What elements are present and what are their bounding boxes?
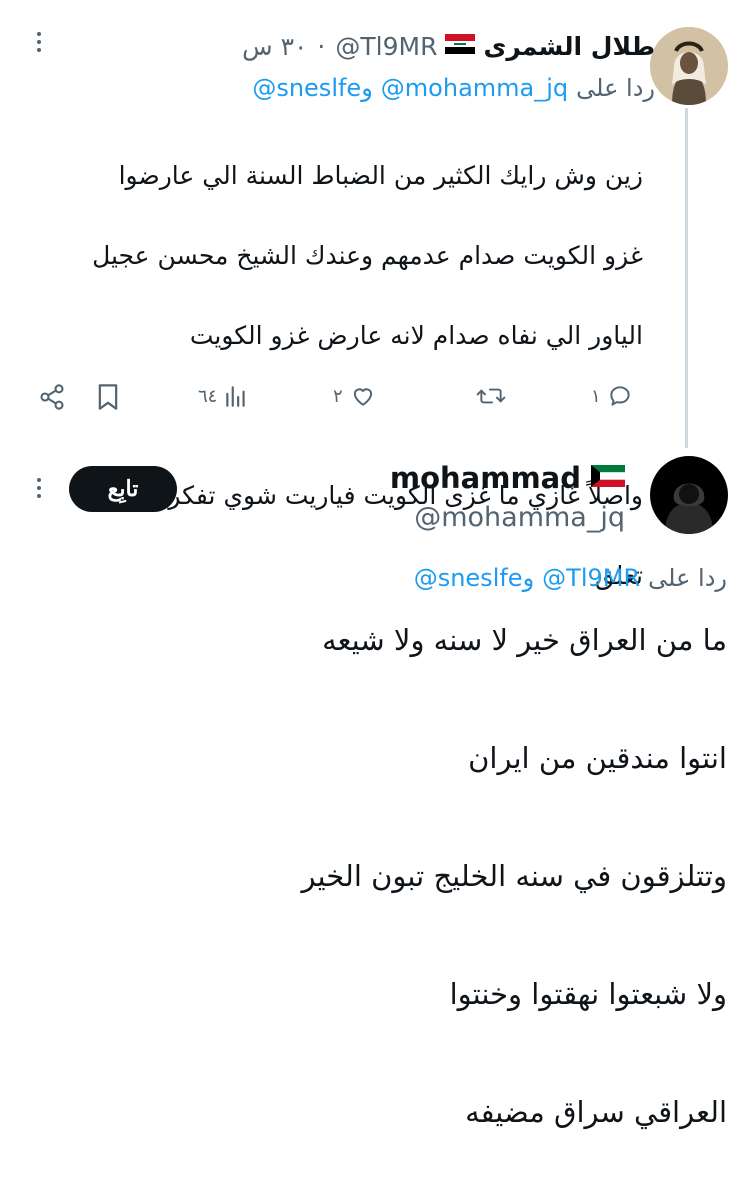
like-button[interactable]: ٢ — [333, 383, 377, 409]
replying-to: ردا على @mohamma_jq و @sneslfe — [252, 70, 655, 106]
display-name[interactable]: mohammad — [390, 461, 581, 495]
share-button[interactable] — [38, 383, 66, 411]
tweet-paragraph: ما من العراق خير لا سنه ولا شيعه — [322, 623, 727, 657]
mention-conjunction: و — [522, 564, 535, 592]
tweet-text-line: غزو الكويت صدام عدمهم وعندك الشيخ محسن ع… — [92, 241, 643, 270]
tweet-text: ما من العراق خير لا سنه ولا شيعه انتوا م… — [27, 620, 727, 1132]
tweet-paragraph: العراقي سراق مضيفه — [465, 1095, 727, 1129]
bookmark-icon — [98, 384, 118, 410]
follow-button[interactable]: تابِع — [69, 466, 177, 512]
views-button[interactable]: ٦٤ — [198, 383, 249, 409]
heart-icon — [353, 388, 372, 406]
reply-prefix: ردا على — [576, 74, 655, 102]
mention-link[interactable]: @sneslfe — [414, 564, 523, 592]
more-options-icon[interactable] — [36, 478, 42, 498]
mention-link[interactable]: @sneslfe — [252, 74, 361, 102]
share-icon — [40, 384, 64, 410]
views-chart-icon — [226, 386, 246, 407]
mention-link[interactable]: @mohamma_jq — [381, 74, 568, 102]
mention-link[interactable]: @Tl9MR — [542, 564, 640, 592]
display-name[interactable]: طلال الشمرى — [483, 32, 655, 61]
replying-to: ردا على @Tl9MR و @sneslfe — [414, 560, 727, 596]
mention-conjunction: و — [361, 74, 373, 102]
tweet-paragraph: وتتلزقون في سنه الخليج تبون الخير — [301, 859, 727, 893]
tweet-text-line: زين وش رايك الكثير من الضباط السنة الي ع… — [118, 161, 643, 190]
avatar[interactable] — [650, 456, 728, 534]
tweet-text: زين وش رايك الكثير من الضباط السنة الي ع… — [23, 116, 643, 636]
bookmark-button[interactable] — [96, 383, 120, 411]
reply-prefix: ردا على — [648, 564, 727, 592]
separator-dot: · — [317, 31, 326, 61]
tweet-header: mohammad — [390, 458, 625, 498]
reply-count: ١ — [591, 385, 601, 407]
more-options-icon[interactable] — [36, 32, 42, 52]
user-handle[interactable]: @mohamma_jq — [414, 500, 625, 536]
views-count: ٦٤ — [198, 385, 218, 407]
reply-icon — [610, 386, 630, 406]
retweet-icon — [476, 388, 506, 404]
kuwait-flag-icon — [591, 465, 625, 491]
tweet-time[interactable]: ٣٠ س — [242, 32, 307, 61]
reply-button[interactable]: ١ — [591, 383, 633, 409]
iraq-flag-icon — [445, 34, 476, 58]
tweet-paragraph: ولا شبعتوا نهقتوا وخنتوا — [449, 977, 727, 1011]
tweet-paragraph: انتوا مندقين من ايران — [468, 741, 727, 775]
like-count: ٢ — [333, 385, 343, 407]
tweet-header: طلال الشمرى @Tl9MR · ٣٠ س — [242, 28, 655, 64]
avatar[interactable] — [650, 27, 728, 105]
thread-connector-line — [685, 108, 688, 448]
retweet-button[interactable] — [470, 383, 506, 409]
user-handle[interactable]: @Tl9MR — [335, 32, 437, 61]
tweet-text-line: الياور الي نفاه صدام لانه عارض غزو الكوي… — [189, 321, 643, 350]
